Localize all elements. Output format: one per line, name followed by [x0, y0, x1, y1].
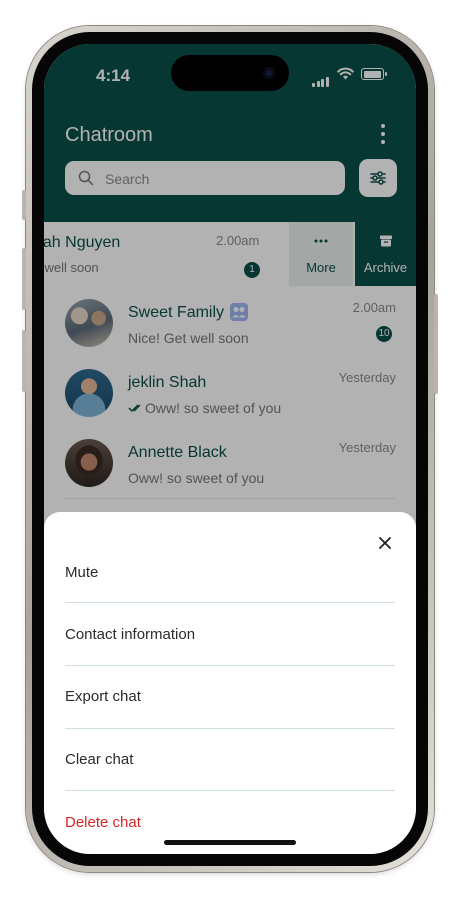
mute-option[interactable]: Mute: [65, 554, 395, 594]
phone-screen: 4:14 Chatroom Search ah Nguyen well soon…: [44, 44, 416, 854]
side-button-silent: [22, 190, 26, 220]
contact-information-option[interactable]: Contact information: [65, 616, 395, 656]
side-button-power: [434, 294, 438, 394]
divider: [65, 665, 395, 666]
option-label: Export chat: [65, 688, 141, 705]
close-icon: [379, 537, 391, 549]
option-label: Mute: [65, 564, 99, 581]
close-button[interactable]: [375, 533, 395, 553]
side-button-volume-up: [22, 248, 26, 310]
option-label: Delete chat: [65, 814, 141, 831]
divider: [65, 790, 395, 791]
delete-chat-option[interactable]: Delete chat: [65, 804, 395, 844]
divider: [65, 602, 395, 603]
chat-options-sheet: Mute Contact information Export chat Cle…: [44, 512, 416, 854]
home-indicator: [164, 840, 296, 845]
option-label: Clear chat: [65, 751, 134, 768]
divider: [65, 728, 395, 729]
clear-chat-option[interactable]: Clear chat: [65, 741, 395, 781]
export-chat-option[interactable]: Export chat: [65, 678, 395, 718]
side-button-volume-down: [22, 330, 26, 392]
option-label: Contact information: [65, 626, 196, 643]
